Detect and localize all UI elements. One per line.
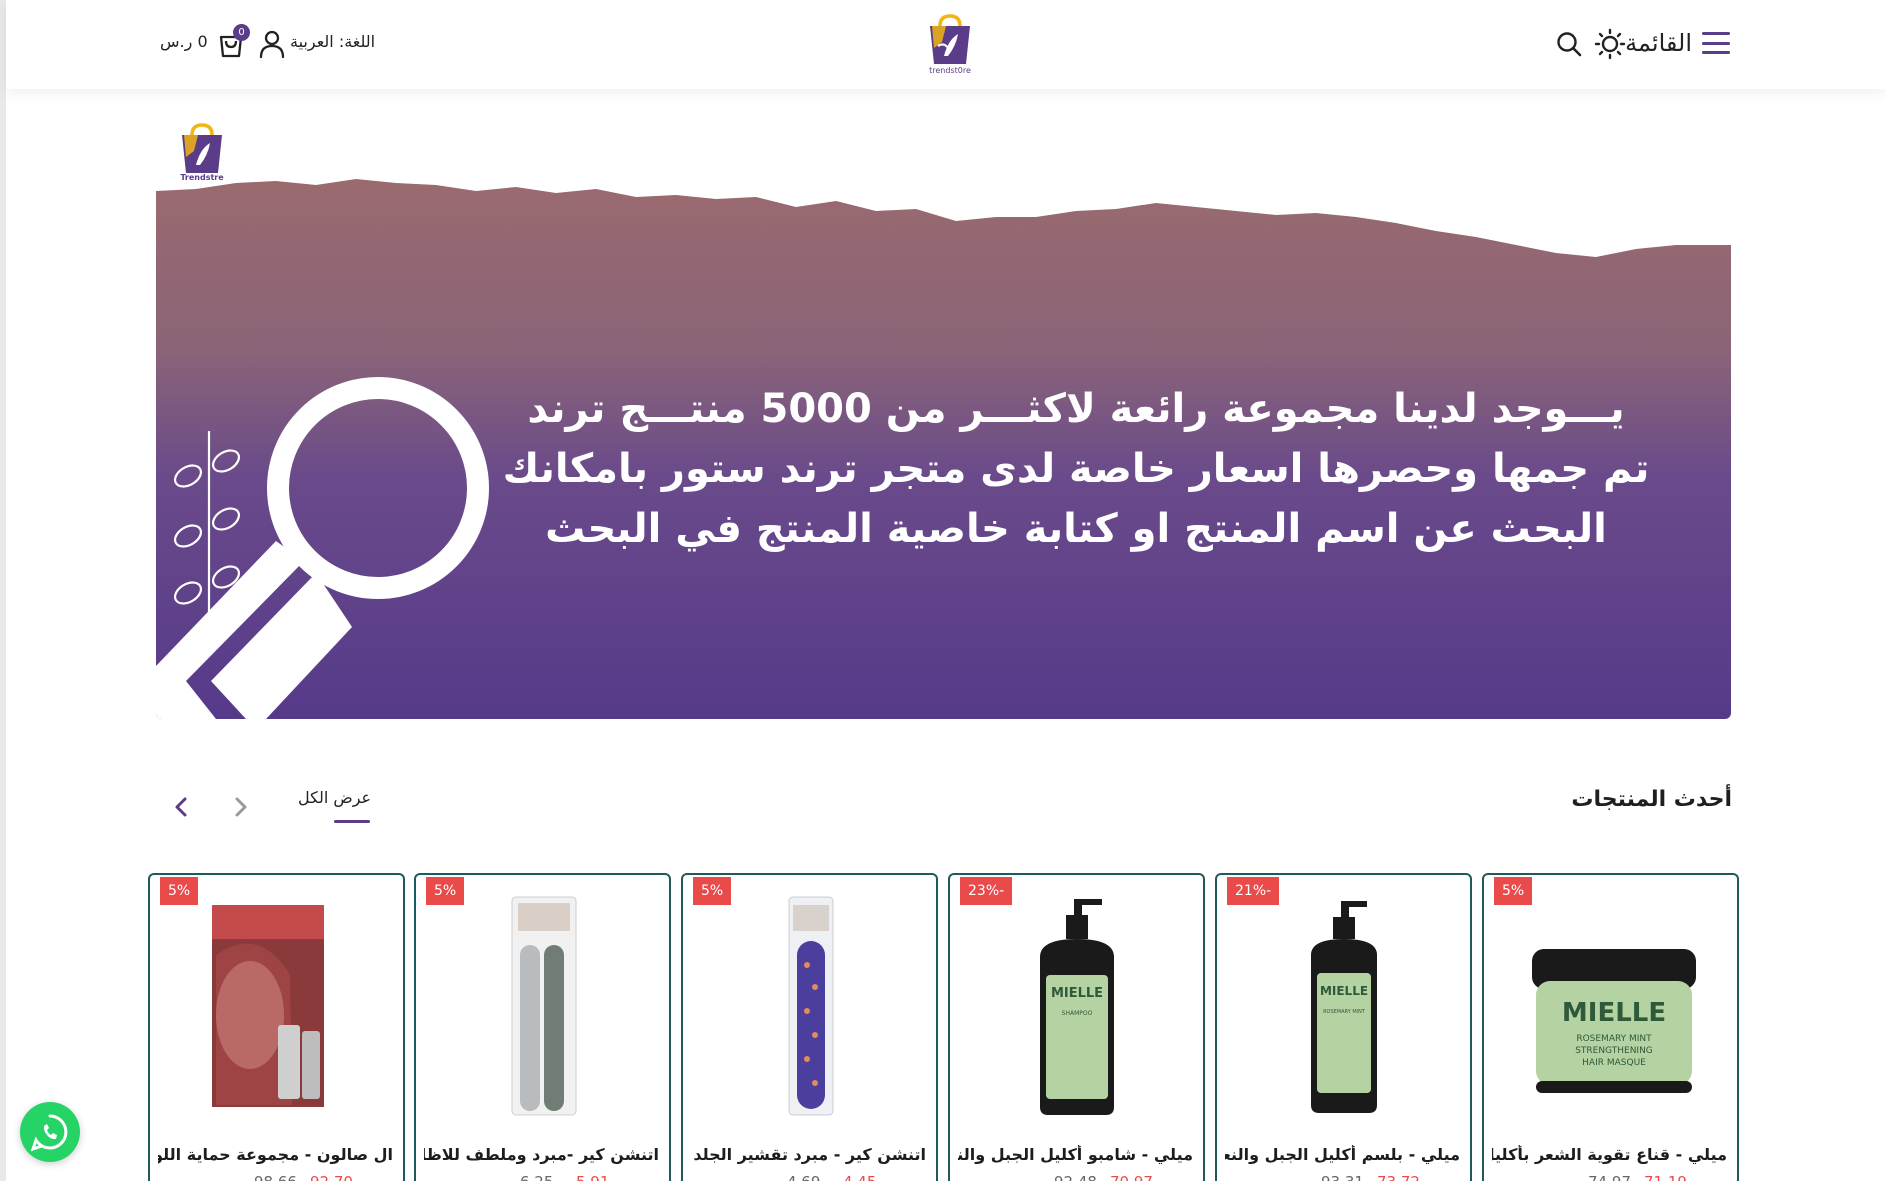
- product-card[interactable]: 5% MIELLE ROSEMARY MINT STRENGTHENING HA…: [1482, 873, 1739, 1181]
- language-selector[interactable]: اللغة: العربية: [290, 32, 375, 51]
- product-old-price: 74.97: [1588, 1173, 1631, 1181]
- whatsapp-button[interactable]: [20, 1102, 80, 1162]
- banner-logo: Trendstre: [172, 121, 232, 191]
- svg-text:STRENGTHENING: STRENGTHENING: [1575, 1046, 1653, 1056]
- section-title: أحدث المنتجات: [1571, 787, 1732, 812]
- product-image-nail-file[interactable]: [436, 895, 651, 1120]
- menu-button[interactable]: القائمة: [1625, 26, 1730, 60]
- cart-total: 0 ر.س: [160, 32, 208, 51]
- hamburger-icon: [1702, 32, 1730, 54]
- product-carousel: 5% MIELLE ROSEMARY MINT STRENGTHENING HA…: [148, 873, 1740, 1181]
- view-all-link[interactable]: عرض الكل: [298, 788, 371, 807]
- product-price: 71.19: [1644, 1173, 1687, 1181]
- svg-text:MIELLE: MIELLE: [1320, 984, 1368, 998]
- hero-banner[interactable]: Trendstre يـــوجد لدينا مجموعة رائعة لاك…: [156, 121, 1731, 719]
- product-image-salon-set[interactable]: [170, 895, 385, 1120]
- logo-text: trendst0re: [929, 66, 971, 75]
- banner-line-3: البحث عن اسم المنتج او كتابة خاصية المنت…: [545, 506, 1607, 552]
- product-old-price: 93.31: [1321, 1173, 1364, 1181]
- product-card[interactable]: 5% اتنشن كير - مبرد تقشير الجلد الميت 4.…: [681, 873, 938, 1181]
- search-icon[interactable]: [1554, 29, 1584, 59]
- cart-button[interactable]: 0: [216, 24, 250, 60]
- product-image-foot-file[interactable]: [703, 895, 918, 1120]
- product-card[interactable]: 23%- MIELLE SHAMPOO ميلي - شامبو أكليل ا…: [948, 873, 1205, 1181]
- cart-count-badge: 0: [233, 24, 250, 41]
- product-name[interactable]: اتنشن كير - مبرد تقشير الجلد الميت: [691, 1145, 926, 1164]
- product-card[interactable]: 5% اتنشن كير -مبرد وملطف للاظافر 5.91 6.…: [414, 873, 671, 1181]
- sun-icon[interactable]: [1594, 28, 1626, 60]
- product-image-conditioner[interactable]: MIELLE ROSEMARY MINT: [1237, 895, 1452, 1120]
- banner-line-1: يـــوجد لدينا مجموعة رائعة لاكثـــر من 5…: [527, 386, 1625, 432]
- product-card[interactable]: 5% ال صالون - مجموعة حماية اللون 92.70 9…: [148, 873, 405, 1181]
- product-card[interactable]: 21%- MIELLE ROSEMARY MINT ميلي - بلسم أك…: [1215, 873, 1472, 1181]
- product-name[interactable]: ال صالون - مجموعة حماية اللون: [158, 1145, 393, 1164]
- banner-line-2: تم جمها وحصرها اسعار خاصة لدى متجر ترند …: [502, 446, 1650, 492]
- svg-text:MIELLE: MIELLE: [1051, 986, 1103, 1001]
- whatsapp-icon: [30, 1114, 68, 1152]
- product-name[interactable]: اتنشن كير -مبرد وملطف للاظافر: [424, 1145, 659, 1164]
- chevron-right-icon[interactable]: [230, 794, 252, 820]
- product-price: 73.72: [1377, 1173, 1420, 1181]
- product-image-shampoo[interactable]: MIELLE SHAMPOO: [970, 895, 1185, 1120]
- view-all-underline: [334, 820, 370, 823]
- product-price: 4.45: [843, 1173, 876, 1181]
- site-logo[interactable]: trendst0re: [922, 12, 978, 78]
- product-price: 5.91: [576, 1173, 609, 1181]
- product-price: 92.70: [310, 1173, 353, 1181]
- svg-text:SHAMPOO: SHAMPOO: [1062, 1010, 1093, 1017]
- product-image-hair-masque[interactable]: MIELLE ROSEMARY MINT STRENGTHENING HAIR …: [1504, 895, 1719, 1120]
- menu-label: القائمة: [1625, 29, 1692, 57]
- svg-text:ROSEMARY MINT: ROSEMARY MINT: [1576, 1034, 1652, 1044]
- site-header: القائمة trendst0re اللغة: العربية 0 0 ر.…: [6, 0, 1886, 89]
- banner-message: يـــوجد لدينا مجموعة رائعة لاكثـــر من 5…: [486, 379, 1666, 559]
- left-edge: [0, 0, 6, 1181]
- product-old-price: 98.66: [254, 1173, 297, 1181]
- product-old-price: 92.48: [1054, 1173, 1097, 1181]
- user-icon[interactable]: [258, 29, 286, 59]
- svg-text:MIELLE: MIELLE: [1562, 998, 1666, 1028]
- product-name[interactable]: ميلي - بلسم أكليل الجبل والنعناع: [1225, 1145, 1460, 1164]
- shopping-bag-logo-icon: [930, 14, 970, 64]
- product-name[interactable]: ميلي - قناع تقوية الشعر بأكليل الجبل: [1492, 1145, 1727, 1164]
- svg-text:HAIR MASQUE: HAIR MASQUE: [1582, 1058, 1646, 1068]
- chevron-left-icon[interactable]: [170, 794, 192, 820]
- banner-logo-text: Trendstre: [180, 173, 224, 182]
- product-old-price: 4.69: [787, 1173, 820, 1181]
- svg-text:ROSEMARY MINT: ROSEMARY MINT: [1323, 1009, 1366, 1015]
- product-old-price: 6.25: [520, 1173, 553, 1181]
- product-name[interactable]: ميلي - شامبو أكليل الجبل والنعناع: [958, 1145, 1193, 1164]
- product-price: 70.97: [1110, 1173, 1153, 1181]
